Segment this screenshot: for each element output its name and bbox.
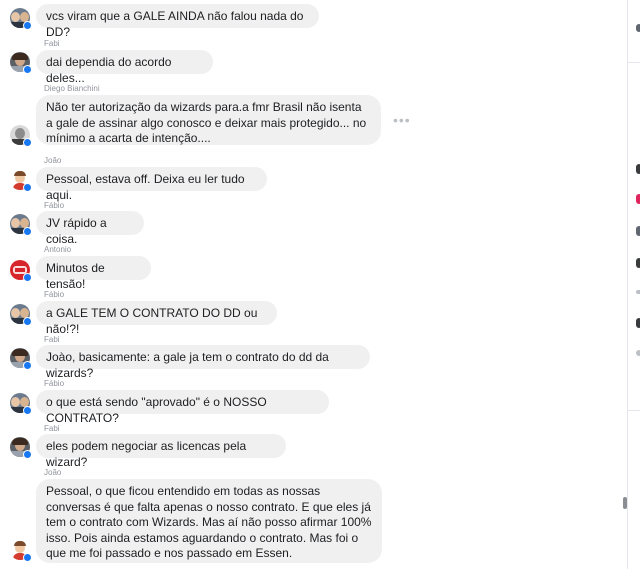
diego-avatar[interactable]: [10, 125, 32, 147]
fabio-avatar[interactable]: [10, 393, 32, 415]
online-status-icon: [23, 406, 32, 415]
panel-icon[interactable]: [636, 350, 640, 356]
panel-icon[interactable]: [636, 290, 640, 294]
online-status-icon: [23, 138, 32, 147]
message-bubble[interactable]: vcs viram que a GALE AINDA não falou nad…: [36, 4, 319, 39]
message-bubble[interactable]: Minutos de tensão!: [36, 256, 151, 291]
fabio-avatar[interactable]: [10, 214, 32, 236]
online-status-icon: [23, 273, 32, 282]
message-text: Não ter autorização da wizards para.a fm…: [46, 100, 367, 145]
fabi-avatar[interactable]: [10, 437, 32, 459]
message-bubble[interactable]: o que está sendo "aprovado" é o NOSSO CO…: [36, 390, 329, 425]
online-status-icon: [23, 227, 32, 236]
message-bubble[interactable]: Pessoal, estava off. Deixa eu ler tudo a…: [36, 167, 267, 202]
panel-icon[interactable]: [636, 164, 640, 174]
message-text: eles podem negociar as licencas pela wiz…: [46, 439, 247, 469]
online-status-icon: [23, 450, 32, 459]
panel-icon[interactable]: [636, 24, 640, 32]
message-text: Pessoal, estava off. Deixa eu ler tudo a…: [46, 172, 245, 202]
sender-name: Fábio: [44, 201, 65, 210]
group-avatar[interactable]: [10, 8, 32, 30]
message-bubble[interactable]: dai dependia do acordo deles...: [36, 50, 213, 85]
message-bubble[interactable]: Joào, basicamente: a gale ja tem o contr…: [36, 345, 370, 380]
panel-icon[interactable]: [636, 258, 640, 268]
online-status-icon: [23, 553, 32, 562]
fabio-avatar[interactable]: [10, 304, 32, 326]
online-status-icon: [23, 317, 32, 326]
sender-name: Antonio: [44, 245, 72, 254]
message-bubble[interactable]: a GALE TEM O CONTRATO DO DD ou não!?!: [36, 301, 277, 336]
sender-name: Fabi: [44, 335, 60, 344]
message-bubble[interactable]: eles podem negociar as licencas pela wiz…: [36, 434, 286, 469]
message-bubble[interactable]: Pessoal, o que ficou entendido em todas …: [36, 479, 382, 563]
sender-name: João: [44, 468, 62, 477]
antonio-avatar[interactable]: [10, 260, 32, 282]
sender-name: Fabi: [44, 424, 60, 433]
panel-icon[interactable]: [636, 226, 640, 236]
fabi-avatar[interactable]: [10, 52, 32, 74]
fabi-avatar[interactable]: [10, 348, 32, 370]
message-text: JV rápido a coisa.: [46, 216, 107, 246]
online-status-icon: [23, 21, 32, 30]
right-panel: [627, 0, 640, 569]
message-text: Joào, basicamente: a gale ja tem o contr…: [46, 350, 329, 380]
panel-icon[interactable]: [636, 194, 640, 204]
joao-avatar[interactable]: [10, 540, 32, 562]
message-text: vcs viram que a GALE AINDA não falou nad…: [46, 9, 304, 39]
message-text: Minutos de tensão!: [46, 261, 105, 291]
online-status-icon: [23, 183, 32, 192]
online-status-icon: [23, 361, 32, 370]
more-options-icon[interactable]: •••: [393, 112, 411, 128]
message-bubble[interactable]: Não ter autorização da wizards para.a fm…: [36, 95, 381, 145]
chat-thread: vcs viram que a GALE AINDA não falou nad…: [0, 0, 627, 569]
message-text: dai dependia do acordo deles...: [46, 55, 172, 85]
panel-icon[interactable]: [636, 318, 640, 328]
sender-name: Fabi: [44, 39, 60, 48]
sender-name: Diego Bianchini: [44, 84, 100, 93]
online-status-icon: [23, 65, 32, 74]
message-text: Pessoal, o que ficou entendido em todas …: [46, 484, 372, 560]
message-text: o que está sendo "aprovado" é o NOSSO CO…: [46, 395, 267, 425]
message-text: a GALE TEM O CONTRATO DO DD ou não!?!: [46, 306, 258, 336]
joao-avatar[interactable]: [10, 170, 32, 192]
sender-name: Fábio: [44, 290, 65, 299]
sender-name: Fábio: [44, 379, 65, 388]
sender-name: João: [44, 156, 62, 165]
message-bubble[interactable]: JV rápido a coisa.: [36, 211, 144, 246]
